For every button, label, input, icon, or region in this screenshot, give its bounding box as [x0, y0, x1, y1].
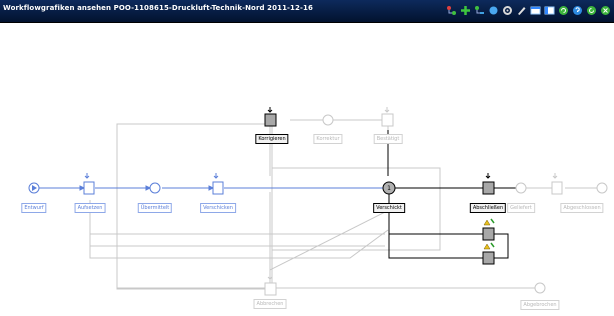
node-verschickt[interactable]: 1: [382, 181, 396, 195]
label-korrigieren: Korrigieren: [255, 134, 289, 144]
scope-box-right: [271, 167, 441, 251]
circle-icon[interactable]: [488, 4, 499, 16]
node-korrigieren[interactable]: [264, 107, 277, 127]
node-subtask-2[interactable]: [482, 242, 495, 265]
node-abgeschlossen[interactable]: [551, 173, 608, 195]
gear-icon[interactable]: [502, 4, 513, 16]
node-abbrechen[interactable]: [264, 274, 277, 296]
window-title: Workflowgrafiken ansehen POO-1108615-Dru…: [3, 4, 313, 12]
verschickt-badge: 1: [387, 185, 391, 192]
tree-add-icon[interactable]: [446, 4, 457, 16]
label-aufsetzen: Aufsetzen: [74, 203, 106, 213]
node-verschicken[interactable]: [212, 173, 224, 195]
help-icon[interactable]: [572, 4, 583, 16]
window-icon[interactable]: [530, 4, 541, 16]
node-bestaetigt[interactable]: [381, 107, 394, 127]
node-abschliessen[interactable]: [482, 173, 495, 195]
label-abschliessen: Abschließen: [469, 203, 507, 213]
workflow-diagram: 1: [28, 107, 608, 296]
label-bestaetigt: Bestätigt: [373, 134, 403, 144]
layout-icon[interactable]: [544, 4, 555, 16]
plus-icon[interactable]: [460, 4, 471, 16]
edge-aufsetzen-down1: [89, 200, 385, 235]
close-icon[interactable]: [600, 4, 611, 16]
label-uebermittelt: Übermittelt: [137, 203, 173, 213]
node-subtask-1[interactable]: [482, 218, 495, 241]
pencil-icon[interactable]: [516, 4, 527, 16]
title-bar: Workflowgrafiken ansehen POO-1108615-Dru…: [0, 0, 614, 23]
node-abgebrochen[interactable]: [534, 282, 546, 294]
label-verschickt: Verschickt: [373, 203, 405, 213]
label-abbrechen: Abbrechen: [253, 299, 287, 309]
toolbar: [446, 4, 611, 16]
label-abgebrochen: Abgebrochen: [520, 300, 560, 310]
label-geliefert: Geliefert: [507, 203, 535, 213]
workflow-canvas: 1 Entwurf Aufsetzen Übermittelt Verschic…: [0, 22, 614, 312]
tree-remove-icon[interactable]: [474, 4, 485, 16]
node-geliefert[interactable]: [515, 182, 527, 194]
refresh-icon[interactable]: [558, 4, 569, 16]
label-korrektur: Korrektur: [313, 134, 343, 144]
node-entwurf[interactable]: [28, 182, 40, 194]
node-korrektur[interactable]: [322, 114, 334, 126]
label-abgeschlossen: Abgeschlossen: [560, 203, 604, 213]
label-entwurf: Entwurf: [21, 203, 47, 213]
node-aufsetzen[interactable]: [83, 173, 95, 195]
label-verschicken: Verschicken: [200, 203, 236, 213]
node-uebermittelt[interactable]: [149, 182, 161, 194]
refresh2-icon[interactable]: [586, 4, 597, 16]
